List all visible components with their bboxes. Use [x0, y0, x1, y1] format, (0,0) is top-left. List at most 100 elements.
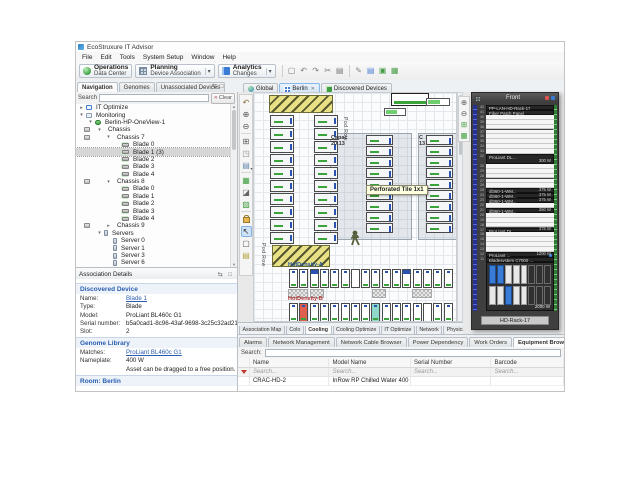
blade[interactable]: [521, 265, 528, 284]
maximize-icon[interactable]: □: [219, 83, 225, 90]
rack[interactable]: [361, 303, 370, 322]
blade[interactable]: [489, 265, 496, 284]
rack[interactable]: [270, 232, 294, 244]
tab-network-cable-browser[interactable]: Network Cable Browser: [336, 337, 407, 347]
rack[interactable]: [426, 135, 453, 145]
rack[interactable]: [270, 180, 294, 192]
tree-item-chassis[interactable]: ▾Chassis: [76, 126, 231, 133]
rack[interactable]: [426, 201, 453, 211]
clear-button[interactable]: ✕Clear: [211, 93, 235, 104]
tree-item-blade-3[interactable]: Blade 3: [76, 163, 231, 170]
rack[interactable]: [270, 167, 294, 179]
rack[interactable]: [289, 303, 298, 322]
blade[interactable]: [528, 286, 535, 305]
column-header-serial-number[interactable]: Serial Number: [411, 358, 492, 367]
tree-item-blade-2[interactable]: Blade 2: [76, 156, 231, 163]
blade[interactable]: [489, 286, 496, 305]
menu-window[interactable]: Window: [187, 54, 218, 61]
filter-input[interactable]: Search...: [250, 368, 330, 376]
layers-icon[interactable]: ▤▾: [241, 160, 252, 171]
column-header-barcode[interactable]: Barcode: [491, 358, 564, 367]
rack[interactable]: [433, 269, 442, 288]
rack[interactable]: [314, 206, 338, 218]
save-icon[interactable]: ▢: [287, 66, 297, 76]
menu-edit[interactable]: Edit: [96, 54, 115, 61]
rack[interactable]: [426, 223, 453, 233]
rack[interactable]: [433, 303, 442, 322]
rack[interactable]: [413, 303, 422, 322]
rack[interactable]: [310, 303, 319, 322]
rack[interactable]: [426, 190, 453, 200]
tree-item-chassis-8[interactable]: ▾Chassis 8: [76, 178, 231, 185]
rack[interactable]: [371, 303, 380, 322]
rack[interactable]: [314, 232, 338, 244]
grid-icon[interactable]: ▦: [241, 175, 252, 186]
expander-icon[interactable]: ▾: [87, 119, 94, 125]
tab-equipment-browser[interactable]: Equipment Browser»: [513, 337, 564, 347]
tree-item-monitoring[interactable]: ▾Monitoring: [76, 111, 231, 118]
rack[interactable]: [366, 135, 393, 145]
copy-tool-icon[interactable]: ▢: [241, 238, 252, 249]
tree-item-it-optimize[interactable]: ▸IT Optimize: [76, 104, 231, 111]
rack[interactable]: [423, 269, 432, 288]
column-header-model-name[interactable]: Model Name: [329, 358, 410, 367]
rack[interactable]: [270, 115, 294, 127]
expander-icon[interactable]: ▾: [96, 127, 103, 133]
rack[interactable]: [320, 269, 329, 288]
tree-item-blade-3[interactable]: Blade 3: [76, 207, 231, 214]
elevation-titlebar[interactable]: Front: [472, 93, 558, 103]
tree-item-berlin-hp-oneview-1[interactable]: ▾Berlin-HP-OneView-1: [76, 119, 231, 126]
tab-power-dependency[interactable]: Power Dependency: [408, 337, 469, 347]
rack[interactable]: [314, 115, 338, 127]
rack[interactable]: [314, 167, 338, 179]
rack-device[interactable]: 32ProLiant DL...300 W: [478, 154, 554, 164]
blade[interactable]: [513, 265, 520, 284]
maximize-icon[interactable]: □: [228, 272, 234, 278]
rack[interactable]: [423, 303, 432, 322]
tree-item-server-3[interactable]: Server 3: [76, 252, 231, 259]
tab-navigation[interactable]: Navigation: [77, 82, 118, 92]
rack[interactable]: [392, 303, 401, 322]
column-header-name[interactable]: Name: [250, 358, 330, 367]
undo-icon[interactable]: ↶: [299, 66, 309, 76]
expander-icon[interactable]: ▾: [105, 134, 112, 140]
tree-item-blade-2[interactable]: Blade 2: [76, 200, 231, 207]
tree-item-blade-0[interactable]: Blade 0: [76, 141, 231, 148]
tab-genomes[interactable]: Genomes: [119, 82, 155, 92]
package-add-icon[interactable]: ▦: [390, 66, 400, 76]
rack[interactable]: [366, 146, 393, 156]
tree-item-server-6[interactable]: Server 6: [76, 259, 231, 266]
detail-link[interactable]: ProLiant BL460c G1: [126, 349, 182, 356]
table-row[interactable]: CRAC-HD-2InRow RP Chilled Water 400 V: [238, 377, 564, 386]
rack[interactable]: [426, 168, 453, 178]
menu-tools[interactable]: Tools: [116, 54, 139, 61]
blade[interactable]: [505, 286, 512, 305]
filter-input[interactable]: Search...: [329, 368, 410, 376]
tab-alarms[interactable]: Alarms: [239, 337, 267, 347]
rack[interactable]: [413, 269, 422, 288]
blade[interactable]: [536, 286, 543, 305]
scroll-thumb[interactable]: [232, 110, 236, 150]
rack[interactable]: [314, 219, 338, 231]
rack[interactable]: [382, 269, 391, 288]
zoom-fit-icon[interactable]: ⊞: [459, 120, 469, 130]
filter-input[interactable]: Search...: [491, 368, 564, 376]
rack[interactable]: [366, 223, 393, 233]
tab-network-management[interactable]: Network Management: [268, 337, 335, 347]
equipment-search-input[interactable]: [265, 349, 561, 357]
wrench-icon[interactable]: ✎: [354, 66, 364, 76]
rack[interactable]: [270, 154, 294, 166]
image-icon[interactable]: ▨: [241, 199, 252, 210]
rack[interactable]: [270, 128, 294, 140]
rack[interactable]: [314, 193, 338, 205]
rack[interactable]: [426, 157, 453, 167]
eraser-icon[interactable]: ◪: [241, 187, 252, 198]
tree-item-blade-1[interactable]: Blade 1: [76, 193, 231, 200]
pin-icon[interactable]: [551, 96, 555, 100]
blade[interactable]: [513, 286, 520, 305]
tree-item-blade-0[interactable]: Blade 0: [76, 185, 231, 192]
tab-work-orders[interactable]: Work Orders: [469, 337, 512, 347]
rack[interactable]: [270, 193, 294, 205]
expander-icon[interactable]: ▸: [78, 105, 85, 111]
rack[interactable]: [361, 269, 370, 288]
